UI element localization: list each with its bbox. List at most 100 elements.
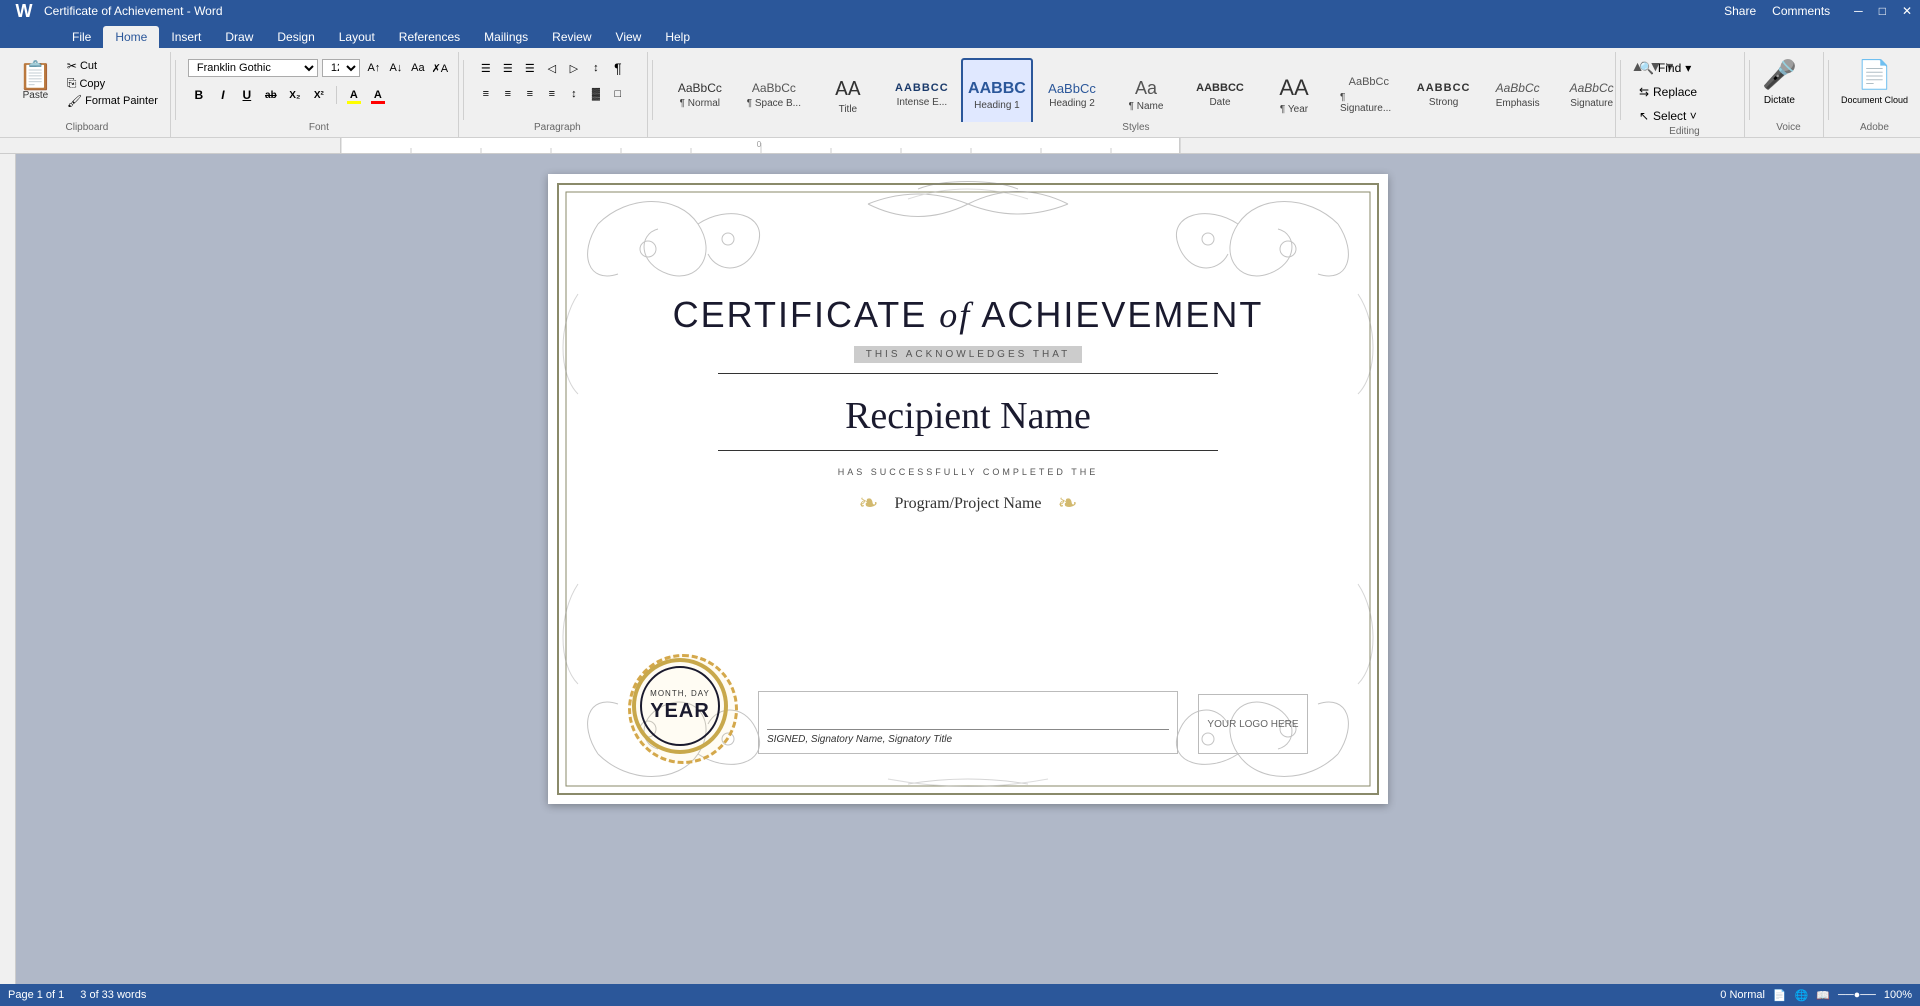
align-left-button[interactable]: ≡ xyxy=(476,84,496,104)
copy-button[interactable]: ⎘ Copy xyxy=(63,75,162,92)
tab-insert[interactable]: Insert xyxy=(159,26,213,48)
outdent-button[interactable]: ◁ xyxy=(542,58,562,78)
subscript-button[interactable]: X₂ xyxy=(284,84,306,106)
view-mode-print[interactable]: 📄 xyxy=(1773,989,1787,1002)
superscript-button[interactable]: X² xyxy=(308,84,330,106)
paste-button[interactable]: 📋 Paste xyxy=(12,58,59,105)
find-dropdown-icon: ▾ xyxy=(1685,61,1691,75)
format-painter-button[interactable]: 🖌 Format Painter xyxy=(63,93,162,109)
change-case-button[interactable]: Aa xyxy=(408,58,428,78)
dictate-button[interactable]: 🎤 xyxy=(1762,58,1797,91)
style-heading2[interactable]: AaBbCc Heading 2 xyxy=(1037,58,1107,122)
find-button[interactable]: 🔍 Find ▾ xyxy=(1633,58,1697,78)
underline-button[interactable]: U xyxy=(236,84,258,106)
tab-file[interactable]: File xyxy=(60,26,103,48)
tab-layout[interactable]: Layout xyxy=(327,26,387,48)
style-signature2[interactable]: AaBbCc Signature xyxy=(1557,58,1627,122)
style-strong-label: Strong xyxy=(1429,97,1458,108)
style-normal[interactable]: AaBbCc ¶ Normal xyxy=(665,58,735,122)
paragraph-group: ☰ ☰ ☰ ◁ ▷ ↕ ¶ ≡ ≡ ≡ ≡ ↕ ▓ □ Paragraph xyxy=(468,52,648,137)
tab-references[interactable]: References xyxy=(387,26,472,48)
document-scroll[interactable]: CERTIFICATE of ACHIEVEMENT THIS ACKNOWLE… xyxy=(16,154,1920,984)
ruler-background: 0 xyxy=(340,138,1180,153)
tab-home[interactable]: Home xyxy=(103,26,159,48)
signature-line xyxy=(767,700,1169,730)
maximize-button[interactable]: □ xyxy=(1879,4,1886,18)
ribbon: 📋 Paste ✂ Cut ⎘ Copy 🖌 Format Painter Cl… xyxy=(0,48,1920,138)
clear-format-button[interactable]: ✗A xyxy=(430,58,450,78)
align-right-button[interactable]: ≡ xyxy=(520,84,540,104)
style-strong[interactable]: AABBCC Strong xyxy=(1409,58,1479,122)
style-intense[interactable]: AABBCC Intense E... xyxy=(887,58,957,122)
comments-button[interactable]: Comments xyxy=(1772,4,1830,18)
signature-area[interactable]: SIGNED, Signatory Name, Signatory Title xyxy=(758,691,1178,754)
show-marks-button[interactable]: ¶ xyxy=(608,58,628,78)
justify-button[interactable]: ≡ xyxy=(542,84,562,104)
increase-font-button[interactable]: A↑ xyxy=(364,58,384,78)
style-title[interactable]: AA Title xyxy=(813,58,883,122)
tab-view[interactable]: View xyxy=(604,26,654,48)
text-highlight-button[interactable]: A xyxy=(343,84,365,106)
decrease-font-button[interactable]: A↓ xyxy=(386,58,406,78)
shading-button[interactable]: ▓ xyxy=(586,84,606,104)
tab-draw[interactable]: Draw xyxy=(213,26,265,48)
font-name-row: Franklin Gothic 12 A↑ A↓ Aa ✗A xyxy=(188,58,450,78)
multilevel-button[interactable]: ☰ xyxy=(520,58,540,78)
style-year[interactable]: AA ¶ Year xyxy=(1259,58,1329,122)
style-year-preview: AA xyxy=(1279,75,1308,101)
style-signature1[interactable]: AaBbCc ¶ Signature... xyxy=(1333,58,1405,122)
select-label: Select ˅ xyxy=(1653,109,1697,123)
style-spaced[interactable]: AaBbCc ¶ Space B... xyxy=(739,58,809,122)
style-name[interactable]: Aa ¶ Name xyxy=(1111,58,1181,122)
bold-button[interactable]: B xyxy=(188,84,210,106)
view-mode-read[interactable]: 📖 xyxy=(1816,989,1830,1002)
ruler: 0 xyxy=(0,138,1920,154)
italic-button[interactable]: I xyxy=(212,84,234,106)
indent-button[interactable]: ▷ xyxy=(564,58,584,78)
tab-mailings[interactable]: Mailings xyxy=(472,26,540,48)
borders-button[interactable]: □ xyxy=(608,84,628,104)
ribbon-tabs: File Home Insert Draw Design Layout Refe… xyxy=(0,22,1920,48)
strikethrough-button[interactable]: ab xyxy=(260,84,282,106)
font-size-select[interactable]: 12 xyxy=(322,59,360,77)
title-part1: CERTIFICATE xyxy=(673,294,940,335)
minimize-button[interactable]: ─ xyxy=(1854,4,1863,18)
style-normal-preview: AaBbCc xyxy=(678,81,722,95)
ruler-marks: 0 xyxy=(341,138,1181,154)
document-area: CERTIFICATE of ACHIEVEMENT THIS ACKNOWLE… xyxy=(0,154,1920,984)
style-date-preview: AABBCC xyxy=(1196,82,1244,95)
replace-button[interactable]: ⇆ Replace xyxy=(1633,82,1703,102)
color-buttons: A A xyxy=(343,84,389,106)
recipient-name[interactable]: Recipient Name xyxy=(845,394,1091,438)
app-title: Certificate of Achievement - Word xyxy=(44,4,223,18)
font-color-button[interactable]: A xyxy=(367,84,389,106)
numbering-button[interactable]: ☰ xyxy=(498,58,518,78)
find-icon: 🔍 xyxy=(1639,61,1654,75)
share-button[interactable]: Share xyxy=(1724,4,1756,18)
style-date[interactable]: AABBCC Date xyxy=(1185,58,1255,122)
tab-review[interactable]: Review xyxy=(540,26,603,48)
tab-help[interactable]: Help xyxy=(653,26,702,48)
style-heading1[interactable]: AABBC Heading 1 xyxy=(961,58,1033,122)
style-spaced-preview: AaBbCc xyxy=(752,81,796,95)
font-family-select[interactable]: Franklin Gothic xyxy=(188,59,318,77)
line-spacing-button[interactable]: ↕ xyxy=(564,84,584,104)
bullets-button[interactable]: ☰ xyxy=(476,58,496,78)
signatory-title: Signatory Title xyxy=(888,734,952,745)
adobe-content: 📄 Document Cloud xyxy=(1841,54,1908,122)
cut-button[interactable]: ✂ Cut xyxy=(63,58,162,74)
sort-button[interactable]: ↕ xyxy=(586,58,606,78)
close-button[interactable]: ✕ xyxy=(1902,4,1912,18)
clipboard-content: 📋 Paste ✂ Cut ⎘ Copy 🖌 Format Painter xyxy=(12,54,162,122)
select-button[interactable]: ↖ Select ˅ xyxy=(1633,106,1703,126)
align-center-button[interactable]: ≡ xyxy=(498,84,518,104)
zoom-slider[interactable]: ──●── xyxy=(1838,989,1876,1001)
view-mode-web[interactable]: 🌐 xyxy=(1795,989,1809,1002)
adobe-button[interactable]: 📄 xyxy=(1857,58,1892,91)
style-emphasis[interactable]: AaBbCc Emphasis xyxy=(1483,58,1553,122)
title-underline xyxy=(718,373,1218,374)
adobe-group: 📄 Document Cloud Adobe xyxy=(1833,52,1916,137)
select-icon: ↖ xyxy=(1639,109,1649,123)
program-name[interactable]: Program/Project Name xyxy=(894,495,1041,513)
tab-design[interactable]: Design xyxy=(265,26,326,48)
